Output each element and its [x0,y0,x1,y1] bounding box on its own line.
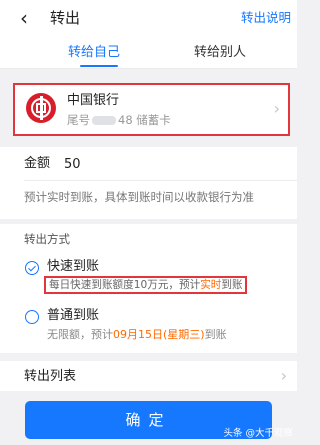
method-title: 转出方式 [24,232,70,246]
amount-label: 金额 [24,156,51,171]
transfer-help-link[interactable]: 转出说明 [241,10,291,26]
bank-card-selector[interactable]: 中国银行 尾号 48 储蓄卡 › [13,83,290,136]
watermark: 头条 @大千观察 [223,428,293,439]
arrival-hint: 预计实时到账，具体到账时间以收款银行为准 [24,190,254,204]
transfer-list-row[interactable]: 转出列表 › [0,361,297,391]
active-tab-indicator [80,65,118,67]
transfer-method-section: 转出方式 快速到账 每日快速到账额度10万元，预计实时到账 普通到账 无限额，预… [0,224,297,353]
page-title: 转出 [50,9,81,27]
amount-input[interactable] [64,155,214,173]
tab-bar: 转给自己 转给别人 [0,36,297,69]
fast-transfer-radio[interactable] [25,261,39,275]
transfer-list-label: 转出列表 [24,369,77,384]
fast-transfer-label[interactable]: 快速到账 [47,259,99,275]
fast-transfer-desc: 每日快速到账额度10万元，预计实时到账 [44,276,247,294]
masked-digits [92,116,116,125]
chevron-right-icon: › [280,366,287,385]
normal-transfer-radio[interactable] [25,310,39,324]
chevron-right-icon: › [273,99,280,118]
normal-transfer-desc: 无限额，预计09月15日(星期三)到账 [47,328,227,341]
header-bar: ‹ 转出 转出说明 [0,0,297,36]
tab-to-others[interactable]: 转给别人 [194,45,246,61]
back-arrow-icon[interactable]: ‹ [20,6,28,30]
divider [24,180,297,181]
tab-to-self[interactable]: 转给自己 [68,45,120,61]
bank-name: 中国银行 [67,93,120,108]
normal-transfer-label[interactable]: 普通到账 [47,308,99,324]
amount-section: 金额 预计实时到账，具体到账时间以收款银行为准 [0,147,297,219]
bank-of-china-logo-icon [26,93,56,123]
check-icon [27,263,36,271]
card-tail-number: 尾号 48 储蓄卡 [67,113,171,127]
